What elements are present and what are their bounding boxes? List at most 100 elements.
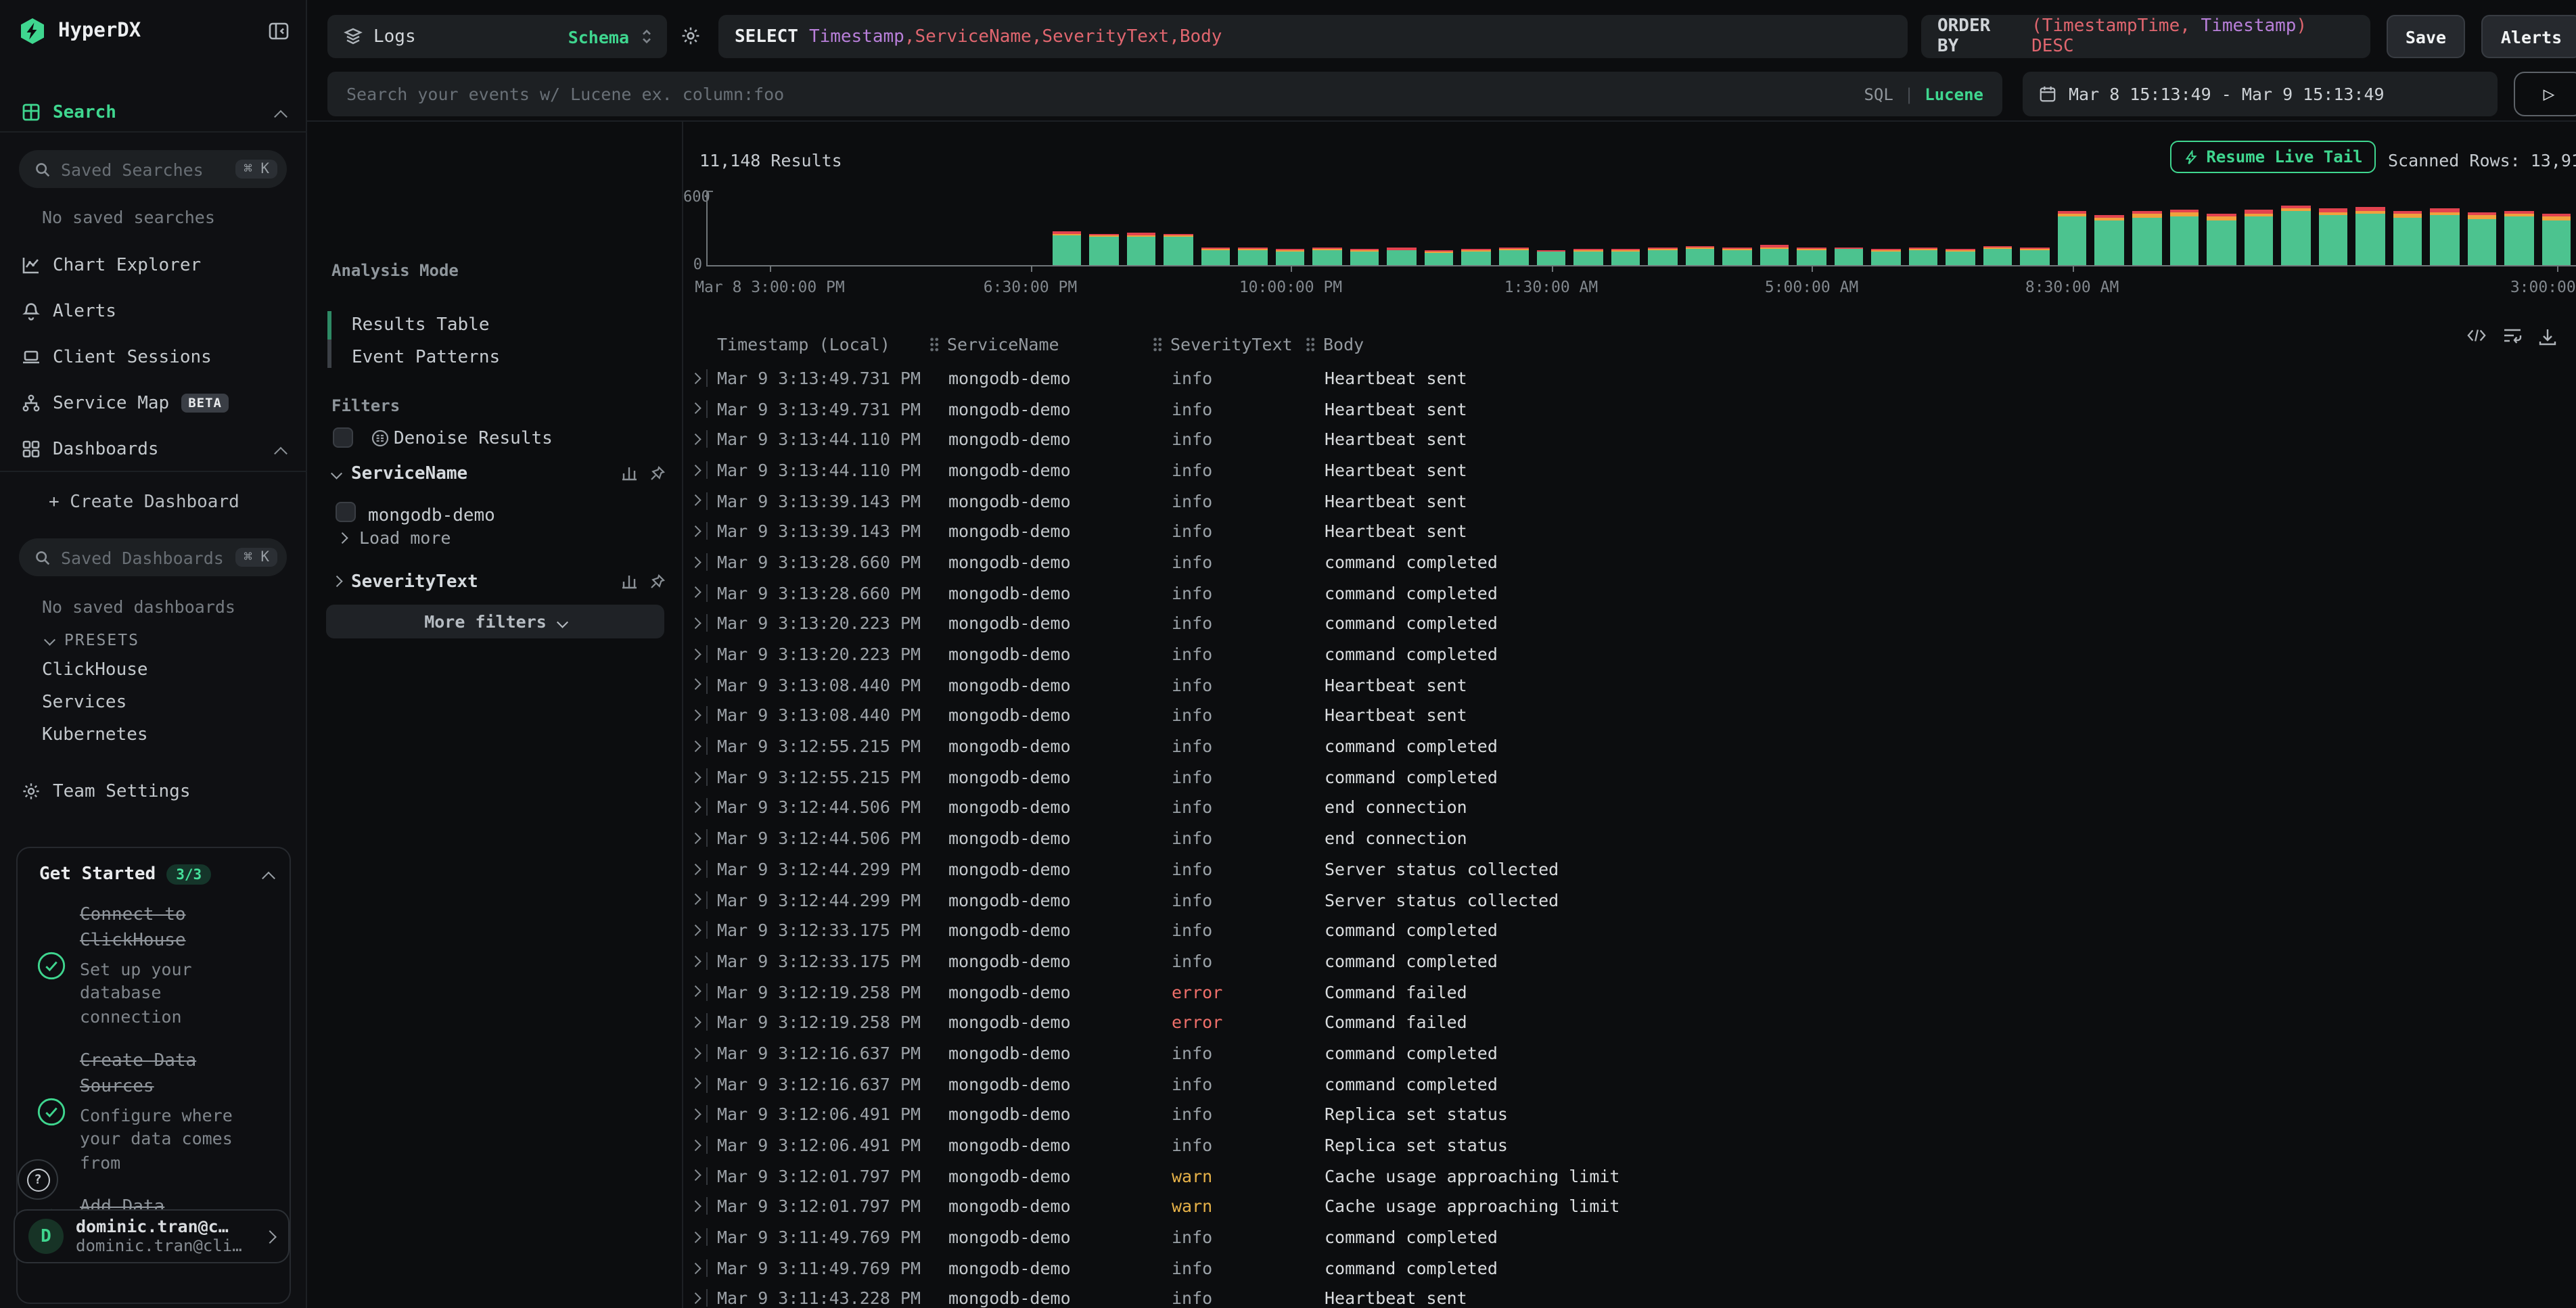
user-menu[interactable]: D dominic.tran@c… dominic.tran@cli… [14, 1209, 290, 1263]
row-expander-icon[interactable] [690, 557, 701, 567]
chart-toggle-icon[interactable] [621, 574, 637, 590]
table-row[interactable]: Mar 9 3:12:33.175 PMmongodb-demoinfocomm… [683, 915, 2576, 945]
table-row[interactable]: Mar 9 3:12:44.506 PMmongodb-demoinfoend … [683, 823, 2576, 854]
row-expander-icon[interactable] [690, 495, 701, 506]
preset-services[interactable]: Services [42, 693, 127, 713]
table-row[interactable]: Mar 9 3:12:44.506 PMmongodb-demoinfoend … [683, 792, 2576, 822]
row-expander-icon[interactable] [690, 833, 701, 844]
table-row[interactable]: Mar 9 3:12:55.215 PMmongodb-demoinfocomm… [683, 731, 2576, 762]
row-expander-icon[interactable] [690, 1109, 701, 1120]
create-dashboard-button[interactable]: + Create Dashboard [0, 487, 307, 517]
more-filters-button[interactable]: More filters [326, 605, 664, 638]
row-expander-icon[interactable] [690, 618, 701, 629]
wrap-lines-icon[interactable] [2503, 327, 2522, 346]
saved-searches-input[interactable]: Saved Searches ⌘ K [19, 150, 287, 188]
table-row[interactable]: Mar 9 3:13:08.440 PMmongodb-demoinfoHear… [683, 670, 2576, 700]
table-row[interactable]: Mar 9 3:11:43.228 PMmongodb-demoinfoHear… [683, 1283, 2576, 1308]
chevron-up-icon[interactable] [274, 110, 288, 123]
col-header-severitytext[interactable]: SeverityText [1172, 333, 1325, 354]
table-row[interactable]: Mar 9 3:13:20.223 PMmongodb-demoinfocomm… [683, 638, 2576, 669]
filter-group-severitytext[interactable]: SeverityText [307, 568, 683, 595]
pin-icon[interactable] [649, 465, 666, 482]
table-row[interactable]: Mar 9 3:11:49.769 PMmongodb-demoinfocomm… [683, 1253, 2576, 1283]
presets-section-header[interactable]: PRESETS [46, 630, 139, 649]
load-more-button[interactable]: Load more [338, 528, 451, 548]
sidebar-item-alerts[interactable]: Alerts [0, 296, 307, 326]
sidebar-item-dashboards[interactable]: Dashboards [0, 434, 307, 464]
table-row[interactable]: Mar 9 3:13:08.440 PMmongodb-demoinfoHear… [683, 700, 2576, 730]
get-started-item[interactable]: Connect to ClickHouse Set up your databa… [18, 893, 290, 1039]
table-row[interactable]: Mar 9 3:13:49.731 PMmongodb-demoinfoHear… [683, 393, 2576, 423]
table-row[interactable]: Mar 9 3:12:55.215 PMmongodb-demoinfocomm… [683, 762, 2576, 792]
col-header-servicename[interactable]: ServiceName [948, 333, 1172, 354]
preset-clickhouse[interactable]: ClickHouse [42, 660, 148, 680]
pin-icon[interactable] [649, 574, 666, 590]
row-expander-icon[interactable] [690, 526, 701, 537]
row-expander-icon[interactable] [690, 864, 701, 874]
row-expander-icon[interactable] [690, 986, 701, 997]
run-query-button[interactable]: ▷ [2514, 72, 2576, 116]
row-expander-icon[interactable] [690, 1048, 701, 1058]
row-expander-icon[interactable] [690, 588, 701, 599]
chevron-up-icon[interactable] [262, 872, 275, 885]
row-expander-icon[interactable] [690, 1079, 701, 1090]
row-expander-icon[interactable] [690, 710, 701, 721]
get-started-item[interactable]: Create Data Sources Configure where your… [18, 1039, 290, 1185]
saved-dashboards-input[interactable]: Saved Dashboards ⌘ K [19, 538, 287, 576]
table-row[interactable]: Mar 9 3:12:06.491 PMmongodb-demoinfoRepl… [683, 1099, 2576, 1129]
table-row[interactable]: Mar 9 3:13:20.223 PMmongodb-demoinfocomm… [683, 608, 2576, 638]
resume-live-tail-button[interactable]: Resume Live Tail [2170, 141, 2376, 173]
row-expander-icon[interactable] [690, 1293, 701, 1304]
row-expander-icon[interactable] [690, 741, 701, 751]
row-expander-icon[interactable] [690, 465, 701, 475]
sidebar-collapse-icon[interactable] [268, 22, 290, 41]
table-row[interactable]: Mar 9 3:12:06.491 PMmongodb-demoinfoRepl… [683, 1129, 2576, 1160]
table-row[interactable]: Mar 9 3:13:39.143 PMmongodb-demoinfoHear… [683, 486, 2576, 516]
sql-toggle[interactable]: SQL [1864, 85, 1893, 103]
event-search-input[interactable]: Search your events w/ Lucene ex. column:… [327, 72, 2002, 116]
row-expander-icon[interactable] [690, 649, 701, 659]
sidebar-item-chart-explorer[interactable]: Chart Explorer [0, 250, 307, 280]
drag-handle-icon[interactable] [1153, 336, 1162, 351]
table-row[interactable]: Mar 9 3:12:33.175 PMmongodb-demoinfocomm… [683, 945, 2576, 976]
preset-kubernetes[interactable]: Kubernetes [42, 725, 148, 745]
save-button[interactable]: Save [2387, 15, 2465, 58]
row-expander-icon[interactable] [690, 956, 701, 966]
table-row[interactable]: Mar 9 3:12:44.299 PMmongodb-demoinfoServ… [683, 884, 2576, 914]
drag-handle-icon[interactable] [1306, 336, 1315, 351]
code-view-icon[interactable] [2466, 327, 2487, 346]
sidebar-item-search[interactable]: Search [0, 97, 307, 127]
row-expander-icon[interactable] [690, 1232, 701, 1242]
table-row[interactable]: Mar 9 3:11:49.769 PMmongodb-demoinfocomm… [683, 1222, 2576, 1253]
servicename-value-checkbox[interactable] [336, 502, 356, 522]
filter-group-servicename[interactable]: ServiceName [307, 460, 683, 487]
source-select[interactable]: Logs Schema [327, 15, 667, 58]
table-row[interactable]: Mar 9 3:13:39.143 PMmongodb-demoinfoHear… [683, 516, 2576, 546]
table-row[interactable]: Mar 9 3:12:19.258 PMmongodb-demoerrorCom… [683, 977, 2576, 1007]
sidebar-item-client-sessions[interactable]: Client Sessions [0, 342, 307, 372]
row-expander-icon[interactable] [690, 925, 701, 936]
chart-toggle-icon[interactable] [621, 465, 637, 482]
orderby-input[interactable]: ORDER BY (TimestampTime, Timestamp) DESC [1921, 15, 2370, 58]
table-row[interactable]: Mar 9 3:13:28.660 PMmongodb-demoinfocomm… [683, 578, 2576, 608]
chevron-up-icon[interactable] [274, 446, 288, 460]
table-row[interactable]: Mar 9 3:12:44.299 PMmongodb-demoinfoServ… [683, 854, 2576, 884]
table-row[interactable]: Mar 9 3:13:44.110 PMmongodb-demoinfoHear… [683, 424, 2576, 454]
table-row[interactable]: Mar 9 3:12:01.797 PMmongodb-demowarnCach… [683, 1191, 2576, 1221]
row-expander-icon[interactable] [690, 434, 701, 445]
help-button[interactable]: ? [18, 1159, 58, 1200]
download-icon[interactable] [2538, 327, 2557, 346]
table-row[interactable]: Mar 9 3:12:16.637 PMmongodb-demoinfocomm… [683, 1037, 2576, 1068]
mode-results-table[interactable]: Results Table [352, 315, 490, 335]
table-row[interactable]: Mar 9 3:13:44.110 PMmongodb-demoinfoHear… [683, 454, 2576, 485]
query-language-toggle[interactable]: SQL | Lucene [1864, 85, 1983, 103]
row-expander-icon[interactable] [690, 894, 701, 905]
row-expander-icon[interactable] [690, 1017, 701, 1028]
row-expander-icon[interactable] [690, 1140, 701, 1150]
row-expander-icon[interactable] [690, 680, 701, 691]
sidebar-item-team-settings[interactable]: Team Settings [0, 776, 307, 806]
select-query-input[interactable]: SELECT Timestamp,ServiceName,SeverityTex… [718, 15, 1908, 58]
denoise-checkbox[interactable] [333, 427, 353, 448]
alerts-button[interactable]: Alerts [2481, 15, 2576, 58]
date-range-picker[interactable]: Mar 8 15:13:49 - Mar 9 15:13:49 [2023, 72, 2498, 116]
